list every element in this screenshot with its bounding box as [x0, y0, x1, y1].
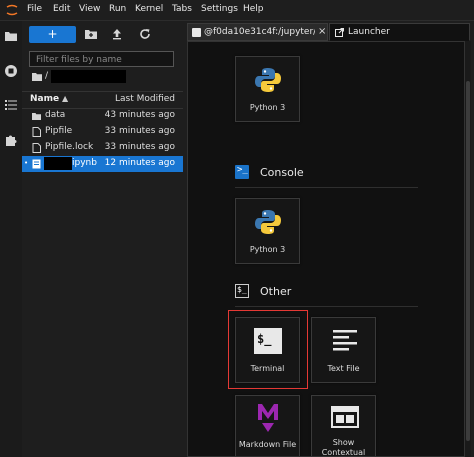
- menu-help[interactable]: Help: [243, 4, 264, 14]
- file-name: Pipfile: [45, 126, 73, 136]
- file-browser: + Filter files by name / Name ▲ Last Mod…: [22, 21, 184, 457]
- launcher-scrollbar[interactable]: [465, 41, 471, 457]
- file-modified: 43 minutes ago: [104, 110, 175, 120]
- column-name[interactable]: Name: [30, 94, 59, 104]
- card-label: Terminal: [250, 364, 285, 373]
- launcher-card-notebook-python3[interactable]: Python 3: [235, 56, 300, 122]
- launcher-panel: Python 3 >_ Console Python 3 $_ Other $_…: [187, 41, 465, 457]
- text-file-icon: [333, 330, 357, 351]
- redacted-filename: [44, 157, 72, 170]
- running-icon[interactable]: [4, 64, 18, 78]
- tab-label: @f0da10e31c4f:/jupyter/note: [204, 27, 315, 37]
- menu-bar: File Edit View Run Kernel Tabs Settings …: [0, 0, 474, 21]
- other-section-icon: $_: [235, 284, 249, 298]
- file-modified: 12 minutes ago: [104, 158, 175, 168]
- file-name: Pipfile.lock: [45, 142, 94, 152]
- main-area: @f0da10e31c4f:/jupyter/note × Launcher P…: [183, 21, 474, 457]
- file-name: ipynb: [72, 158, 97, 168]
- jupyter-logo-icon: [6, 4, 18, 16]
- running-dot: •: [24, 159, 29, 167]
- menu-kernel[interactable]: Kernel: [135, 4, 163, 14]
- scrollbar-thumb[interactable]: [466, 81, 470, 441]
- launcher-card-text-file[interactable]: Text File: [311, 317, 376, 383]
- filter-files-input[interactable]: Filter files by name: [29, 51, 174, 67]
- new-launcher-button[interactable]: +: [29, 26, 76, 43]
- menu-tabs[interactable]: Tabs: [172, 4, 192, 14]
- folder-icon[interactable]: [32, 73, 42, 81]
- contextual-help-icon: [331, 406, 359, 428]
- tab-terminal[interactable]: @f0da10e31c4f:/jupyter/note ×: [187, 23, 328, 41]
- column-last-modified[interactable]: Last Modified: [115, 94, 175, 104]
- card-label: Markdown File: [238, 440, 297, 449]
- python-logo-icon: [255, 210, 281, 234]
- table-of-contents-icon[interactable]: [4, 98, 18, 112]
- terminal-icon: $_: [254, 328, 282, 354]
- sort-caret-icon: ▲: [62, 94, 69, 103]
- redacted-path: [51, 70, 126, 83]
- folder-icon[interactable]: [4, 29, 18, 43]
- extension-puzzle-icon[interactable]: [4, 133, 18, 147]
- card-label: Python 3: [249, 103, 286, 112]
- notebook-icon: [32, 159, 41, 169]
- file-icon: [32, 127, 41, 137]
- breadcrumb: /: [29, 70, 174, 85]
- launcher-card-markdown[interactable]: Markdown File: [235, 395, 300, 456]
- upload-icon[interactable]: [110, 27, 124, 41]
- terminal-tab-icon: [192, 28, 201, 37]
- launcher-card-contextual-help[interactable]: Show Contextual Help: [311, 395, 376, 457]
- menu-run[interactable]: Run: [109, 4, 126, 14]
- folder-icon: [32, 113, 41, 120]
- card-label: Python 3: [249, 245, 286, 254]
- file-row-notebook[interactable]: • ipynb 12 minutes ago: [22, 156, 183, 172]
- tab-bar: @f0da10e31c4f:/jupyter/note × Launcher: [187, 23, 470, 41]
- file-modified: 33 minutes ago: [104, 142, 175, 152]
- file-name: data: [45, 110, 66, 120]
- file-row-pipfile-lock[interactable]: Pipfile.lock 33 minutes ago: [22, 140, 183, 156]
- activity-bar: [0, 21, 23, 457]
- divider: [235, 187, 418, 188]
- new-folder-icon[interactable]: [84, 27, 98, 41]
- refresh-icon[interactable]: [138, 27, 152, 41]
- file-icon: [32, 143, 41, 153]
- console-section-title: Console: [260, 166, 304, 179]
- launcher-card-console-python3[interactable]: Python 3: [235, 198, 300, 264]
- markdown-icon: [258, 404, 278, 432]
- menu-view[interactable]: View: [79, 4, 100, 14]
- launcher-tab-icon: [335, 28, 344, 37]
- file-list-header: Name ▲ Last Modified: [22, 91, 183, 109]
- divider: [235, 306, 418, 307]
- file-modified: 33 minutes ago: [104, 126, 175, 136]
- python-logo-icon: [255, 68, 281, 92]
- breadcrumb-root[interactable]: /: [45, 71, 48, 81]
- card-label: Show Contextual Help: [321, 438, 366, 457]
- other-section-title: Other: [260, 285, 292, 298]
- card-label: Text File: [327, 364, 360, 373]
- tab-launcher[interactable]: Launcher: [329, 23, 470, 41]
- close-icon[interactable]: ×: [318, 26, 326, 37]
- launcher-card-terminal[interactable]: $_ Terminal: [235, 317, 300, 383]
- menu-settings[interactable]: Settings: [201, 4, 238, 14]
- file-row-pipfile[interactable]: Pipfile 33 minutes ago: [22, 124, 183, 140]
- tab-label: Launcher: [348, 27, 390, 37]
- menu-edit[interactable]: Edit: [53, 4, 70, 14]
- file-row-data[interactable]: data 43 minutes ago: [22, 108, 183, 124]
- console-section-icon: >_: [235, 165, 249, 179]
- menu-file[interactable]: File: [27, 4, 42, 14]
